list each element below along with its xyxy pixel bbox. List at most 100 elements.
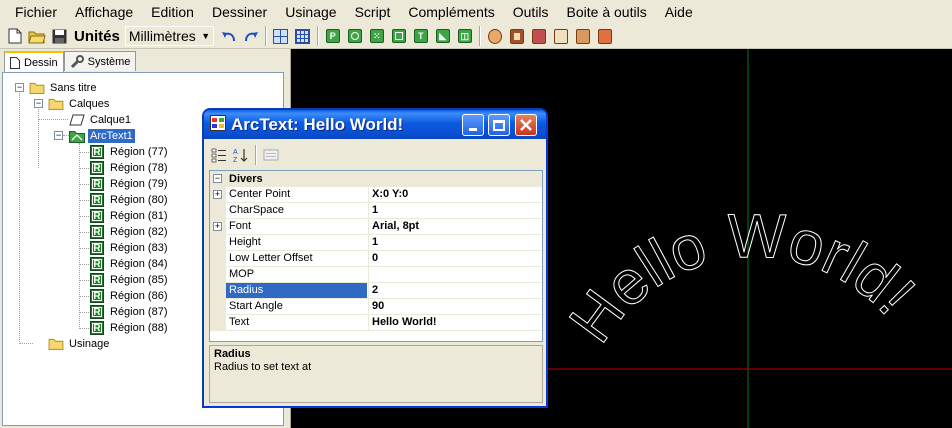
row-gutter: [210, 267, 226, 283]
tree-node-region[interactable]: R Région (82): [90, 224, 169, 240]
tree-node-region[interactable]: R Région (81): [90, 208, 169, 224]
tree-node-usinage[interactable]: Usinage: [48, 336, 111, 352]
folder-icon: [48, 338, 64, 350]
property-row[interactable]: + Font Arial, 8pt: [210, 219, 542, 235]
draw-points-icon[interactable]: ⁙: [367, 26, 387, 46]
tree-node-calques[interactable]: Calques: [48, 96, 111, 112]
tree-node-region[interactable]: R Région (87): [90, 304, 169, 320]
collapse-icon[interactable]: −: [15, 83, 24, 92]
tree-node-region[interactable]: R Région (77): [90, 144, 169, 160]
menu-item[interactable]: Dessiner: [203, 1, 276, 23]
tree-node-region[interactable]: R Région (85): [90, 272, 169, 288]
tab-systeme-label: Système: [87, 55, 131, 68]
property-row[interactable]: Radius 2: [210, 283, 542, 299]
tab-systeme[interactable]: Système: [63, 51, 137, 71]
property-name[interactable]: CharSpace: [226, 203, 367, 218]
property-value[interactable]: 1: [368, 235, 542, 250]
tree-node-region[interactable]: R Région (86): [90, 288, 169, 304]
close-button[interactable]: [515, 114, 537, 136]
alphabetical-sort-icon[interactable]: AZ: [231, 145, 251, 165]
machining-engrave-icon[interactable]: [529, 26, 549, 46]
menu-item[interactable]: Affichage: [66, 1, 142, 23]
tree-node-region[interactable]: R Région (79): [90, 176, 169, 192]
machining-drill-icon[interactable]: [551, 26, 571, 46]
property-value[interactable]: Hello World!: [368, 315, 542, 330]
maximize-icon: [493, 119, 505, 131]
draw-polyline-icon[interactable]: P: [323, 26, 343, 46]
tree-node-region[interactable]: R Région (83): [90, 240, 169, 256]
property-value[interactable]: 90: [368, 299, 542, 314]
draw-rectangle-icon[interactable]: [389, 26, 409, 46]
categorized-view-icon[interactable]: [209, 145, 229, 165]
property-name[interactable]: Radius: [226, 283, 367, 298]
tree-node-region[interactable]: R Région (88): [90, 320, 169, 336]
property-value[interactable]: [368, 267, 542, 282]
category-row[interactable]: − Divers: [210, 171, 542, 187]
machining-gcode-icon[interactable]: [595, 26, 615, 46]
undo-icon[interactable]: [219, 26, 239, 46]
tree-node-label: Région (77): [110, 146, 168, 158]
tree-node-region[interactable]: R Région (84): [90, 256, 169, 272]
menu-item[interactable]: Outils: [504, 1, 558, 23]
machining-profile-icon[interactable]: [507, 26, 527, 46]
redo-icon[interactable]: [241, 26, 261, 46]
property-value[interactable]: 2: [368, 283, 542, 298]
draw-arc-text-icon[interactable]: ◣: [433, 26, 453, 46]
tree-node-arctext[interactable]: ArcText1: [69, 128, 135, 144]
menu-item[interactable]: Edition: [142, 1, 203, 23]
draw-3d-icon[interactable]: ◫: [455, 26, 475, 46]
save-icon[interactable]: [49, 26, 69, 46]
property-row[interactable]: Height 1: [210, 235, 542, 251]
draw-text-icon[interactable]: T: [411, 26, 431, 46]
collapse-icon[interactable]: −: [213, 174, 222, 183]
units-select[interactable]: Millimètres ▼: [124, 26, 214, 46]
grid-icon[interactable]: [293, 26, 313, 46]
menu-item[interactable]: Script: [346, 1, 400, 23]
property-row[interactable]: Low Letter Offset 0: [210, 251, 542, 267]
tree-node-label: Calque1: [90, 114, 131, 126]
property-row[interactable]: + Center Point X:0 Y:0: [210, 187, 542, 203]
property-row[interactable]: Text Hello World!: [210, 315, 542, 331]
property-name[interactable]: Center Point: [226, 187, 367, 202]
property-name[interactable]: Start Angle: [226, 299, 367, 314]
tree-line: [79, 280, 89, 281]
property-value[interactable]: X:0 Y:0: [368, 187, 542, 202]
collapse-icon[interactable]: −: [54, 131, 63, 140]
tree-line: [38, 119, 68, 120]
property-name[interactable]: Low Letter Offset: [226, 251, 367, 266]
property-row[interactable]: MOP: [210, 267, 542, 283]
property-row[interactable]: CharSpace 1: [210, 203, 542, 219]
expand-icon[interactable]: +: [213, 190, 222, 199]
tree-node-root[interactable]: Sans titre: [29, 80, 98, 96]
menu-item[interactable]: Usinage: [276, 1, 345, 23]
property-name[interactable]: Text: [226, 315, 367, 330]
snap-axes-icon[interactable]: [271, 26, 291, 46]
collapse-icon[interactable]: −: [34, 99, 43, 108]
menu-item[interactable]: Fichier: [6, 1, 66, 23]
tab-dessin[interactable]: Dessin: [4, 51, 64, 72]
menu-item[interactable]: Boite à outils: [558, 1, 656, 23]
machining-pocket-icon[interactable]: [485, 26, 505, 46]
property-value[interactable]: 1: [368, 203, 542, 218]
property-name[interactable]: MOP: [226, 267, 367, 282]
menu-item[interactable]: Aide: [656, 1, 702, 23]
property-name[interactable]: Font: [226, 219, 367, 234]
machining-tool-icon[interactable]: [573, 26, 593, 46]
dialog-titlebar[interactable]: ArcText: Hello World!: [204, 110, 546, 139]
property-value[interactable]: Arial, 8pt: [368, 219, 542, 234]
property-pages-icon[interactable]: [261, 145, 281, 165]
open-folder-icon[interactable]: [27, 26, 47, 46]
expand-icon[interactable]: +: [213, 222, 222, 231]
maximize-button[interactable]: [488, 114, 510, 136]
property-row[interactable]: Start Angle 90: [210, 299, 542, 315]
tree-node-calque1[interactable]: Calque1: [69, 112, 133, 128]
new-document-icon[interactable]: [5, 26, 25, 46]
chevron-down-icon[interactable]: ▼: [199, 31, 213, 41]
property-name[interactable]: Height: [226, 235, 367, 250]
tree-node-region[interactable]: R Région (80): [90, 192, 169, 208]
tree-node-region[interactable]: R Région (78): [90, 160, 169, 176]
menu-item[interactable]: Compléments: [399, 1, 503, 23]
minimize-button[interactable]: [462, 114, 484, 136]
draw-circle-icon[interactable]: [345, 26, 365, 46]
property-value[interactable]: 0: [368, 251, 542, 266]
